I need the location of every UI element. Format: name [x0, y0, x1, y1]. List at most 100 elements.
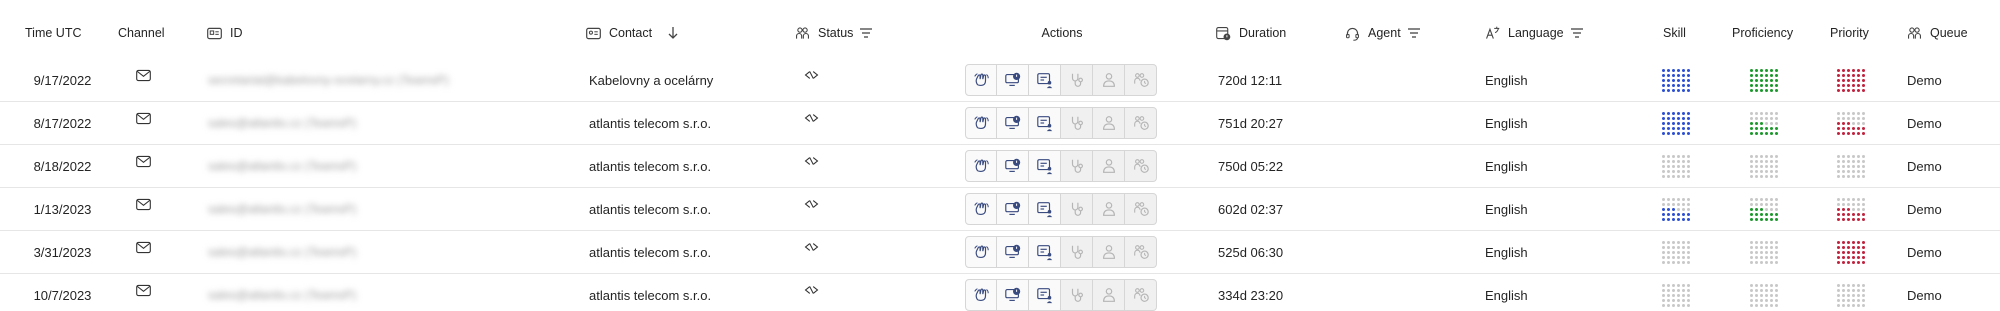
- column-header-agent[interactable]: Agent: [1343, 22, 1421, 44]
- card-person-button[interactable]: [1029, 236, 1061, 268]
- wave-hand-button[interactable]: [965, 279, 997, 311]
- id-cell[interactable]: secretariat@kabelovny-ocelarny.cz (Teams…: [208, 59, 498, 101]
- column-header-id[interactable]: ID: [205, 22, 243, 44]
- person-icon: [1100, 114, 1118, 132]
- wave-hand-icon: [972, 157, 990, 175]
- stethoscope-button[interactable]: [1061, 64, 1093, 96]
- column-header-channel[interactable]: Channel: [118, 22, 165, 44]
- column-header-proficiency-label: Proficiency: [1732, 26, 1794, 40]
- person-button[interactable]: [1093, 279, 1125, 311]
- priority-level-indicator: [1836, 231, 1866, 273]
- table-row[interactable]: 8/17/2022 sales@atlantis.cz (TeamsP) atlan…: [0, 102, 2000, 145]
- stethoscope-button[interactable]: [1061, 193, 1093, 225]
- group-clock-icon: [1132, 114, 1150, 132]
- mail-icon: [118, 54, 168, 96]
- table-row[interactable]: 8/18/2022 sales@atlantis.cz (TeamsP) atlan…: [0, 145, 2000, 188]
- wave-hand-button[interactable]: [965, 236, 997, 268]
- filter-icon[interactable]: [1407, 26, 1421, 40]
- id-cell[interactable]: sales@atlantis.cz (TeamsP): [208, 188, 498, 230]
- wave-hand-icon: [972, 243, 990, 261]
- person-button[interactable]: [1093, 236, 1125, 268]
- person-button[interactable]: [1093, 150, 1125, 182]
- column-header-status-label: Status: [818, 26, 854, 40]
- group-clock-button[interactable]: [1125, 107, 1157, 139]
- queue-people-icon: [1905, 24, 1923, 42]
- stethoscope-button[interactable]: [1061, 150, 1093, 182]
- column-header-status[interactable]: Status: [793, 22, 873, 44]
- monitor-clock-button[interactable]: [997, 64, 1029, 96]
- table-row[interactable]: 3/31/2023 sales@atlantis.cz (TeamsP) atlan…: [0, 231, 2000, 274]
- column-header-priority[interactable]: Priority: [1830, 22, 1869, 44]
- card-person-button[interactable]: [1029, 150, 1061, 182]
- duration-cell: 750d 05:22: [1218, 158, 1284, 174]
- person-button[interactable]: [1093, 193, 1125, 225]
- wave-hand-button[interactable]: [965, 64, 997, 96]
- wave-hand-button[interactable]: [965, 107, 997, 139]
- card-person-button[interactable]: [1029, 193, 1061, 225]
- status-link-icon[interactable]: [800, 269, 822, 311]
- stethoscope-button[interactable]: [1061, 279, 1093, 311]
- monitor-clock-button[interactable]: [997, 279, 1029, 311]
- id-cell[interactable]: sales@atlantis.cz (TeamsP): [208, 274, 498, 311]
- column-header-actions: Actions: [965, 22, 1159, 44]
- column-header-skill-label: Skill: [1663, 26, 1686, 40]
- table-row[interactable]: 1/13/2023 sales@atlantis.cz (TeamsP) atlan…: [0, 188, 2000, 231]
- monitor-clock-button[interactable]: [997, 107, 1029, 139]
- wave-hand-button[interactable]: [965, 150, 997, 182]
- stethoscope-button[interactable]: [1061, 236, 1093, 268]
- id-cell[interactable]: sales@atlantis.cz (TeamsP): [208, 102, 498, 144]
- group-clock-icon: [1132, 157, 1150, 175]
- column-header-queue[interactable]: Queue: [1905, 22, 1968, 44]
- column-header-contact[interactable]: Contact: [584, 22, 680, 44]
- skill-level-indicator: [1661, 59, 1691, 101]
- status-link-icon[interactable]: [800, 54, 822, 96]
- filter-icon[interactable]: [859, 26, 873, 40]
- wave-hand-button[interactable]: [965, 193, 997, 225]
- person-button[interactable]: [1093, 107, 1125, 139]
- headset-icon: [1343, 24, 1361, 42]
- card-person-button[interactable]: [1029, 279, 1061, 311]
- group-clock-button[interactable]: [1125, 193, 1157, 225]
- status-link-icon[interactable]: [800, 183, 822, 225]
- monitor-clock-icon: [1004, 71, 1022, 89]
- column-header-proficiency[interactable]: Proficiency: [1732, 22, 1793, 44]
- duration-cell: 751d 20:27: [1218, 115, 1284, 131]
- id-cell[interactable]: sales@atlantis.cz (TeamsP): [208, 145, 498, 187]
- filter-icon[interactable]: [1570, 26, 1584, 40]
- group-clock-button[interactable]: [1125, 64, 1157, 96]
- table-row[interactable]: 10/7/2023 sales@atlantis.cz (TeamsP) atlan…: [0, 274, 2000, 311]
- proficiency-level-indicator: [1749, 145, 1779, 187]
- monitor-clock-button[interactable]: [997, 150, 1029, 182]
- status-people-icon: [793, 24, 811, 42]
- column-header-skill[interactable]: Skill: [1663, 22, 1686, 44]
- actions-group: [965, 193, 1159, 225]
- card-person-button[interactable]: [1029, 64, 1061, 96]
- card-person-icon: [1036, 157, 1054, 175]
- skill-level-indicator: [1661, 188, 1691, 230]
- group-clock-icon: [1132, 71, 1150, 89]
- monitor-clock-icon: [1004, 157, 1022, 175]
- group-clock-button[interactable]: [1125, 279, 1157, 311]
- id-cell[interactable]: sales@atlantis.cz (TeamsP): [208, 231, 498, 273]
- stethoscope-icon: [1068, 157, 1086, 175]
- monitor-clock-button[interactable]: [997, 236, 1029, 268]
- priority-level-indicator: [1836, 102, 1866, 144]
- status-link-icon[interactable]: [800, 140, 822, 182]
- table-row[interactable]: 9/17/2022 secretariat@kabelovny-ocelarny.…: [0, 59, 2000, 102]
- person-icon: [1100, 71, 1118, 89]
- status-link-icon[interactable]: [800, 226, 822, 268]
- column-header-time[interactable]: Time UTC: [25, 22, 81, 44]
- sort-descending-icon[interactable]: [666, 26, 680, 40]
- actions-group: [965, 107, 1159, 139]
- person-button[interactable]: [1093, 64, 1125, 96]
- monitor-clock-icon: [1004, 243, 1022, 261]
- status-link-icon[interactable]: [800, 97, 822, 139]
- stethoscope-button[interactable]: [1061, 107, 1093, 139]
- monitor-clock-button[interactable]: [997, 193, 1029, 225]
- group-clock-button[interactable]: [1125, 236, 1157, 268]
- card-person-button[interactable]: [1029, 107, 1061, 139]
- column-header-duration[interactable]: Duration: [1214, 22, 1286, 44]
- group-clock-button[interactable]: [1125, 150, 1157, 182]
- column-header-language[interactable]: Language: [1483, 22, 1584, 44]
- translate-icon: [1483, 24, 1501, 42]
